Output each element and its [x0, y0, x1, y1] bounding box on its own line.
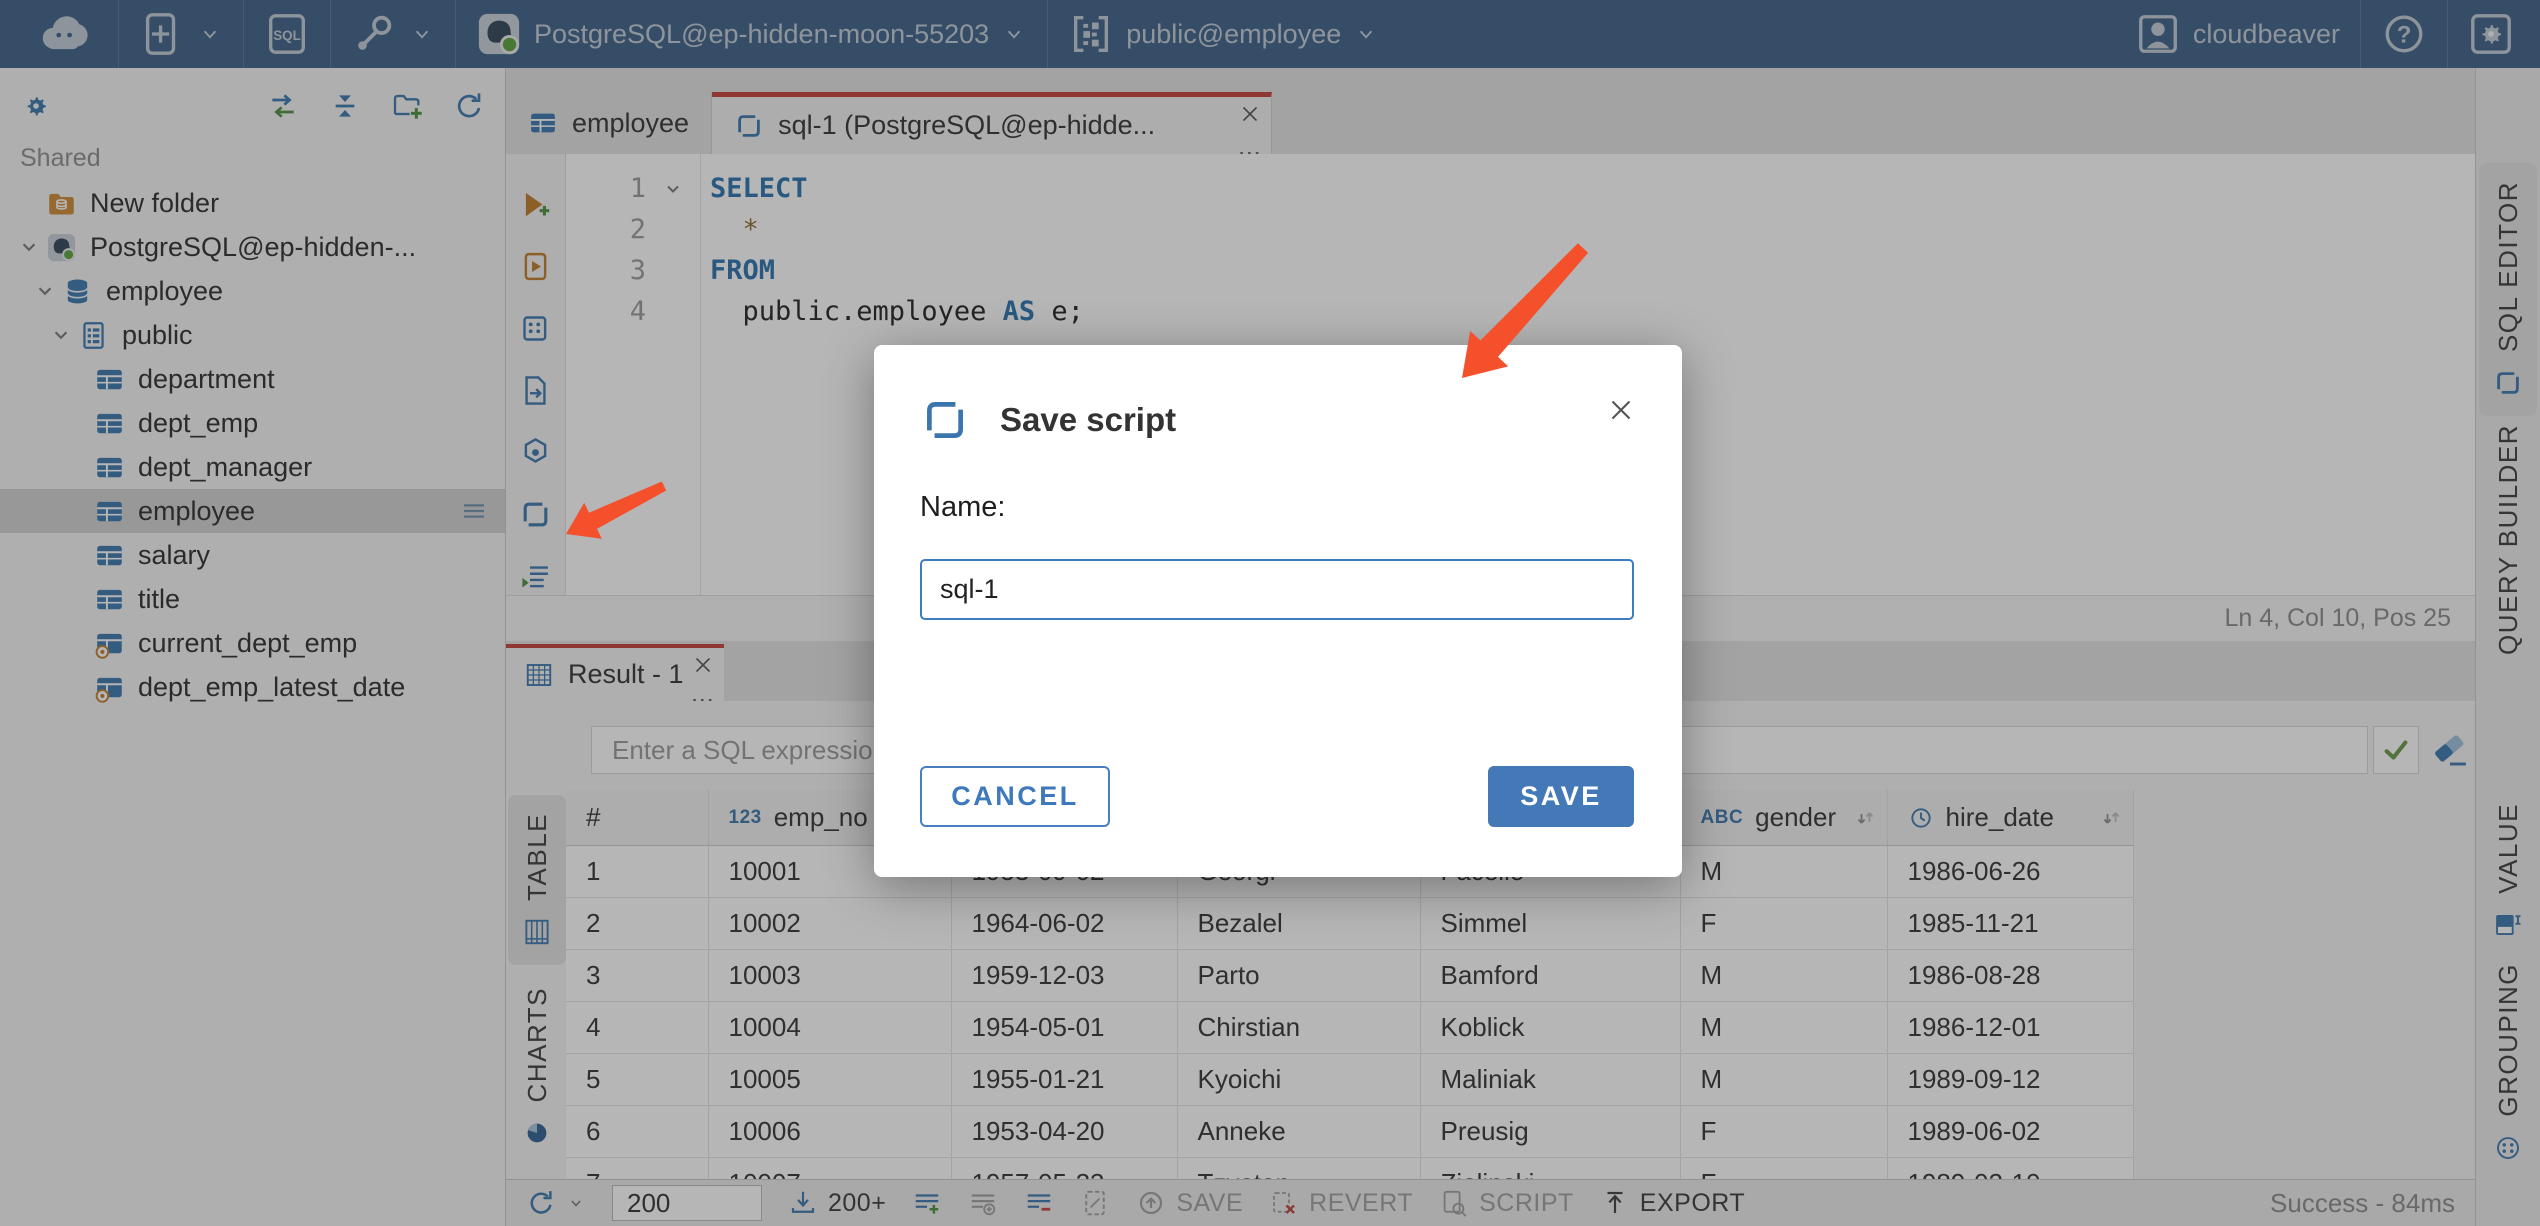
save-button[interactable]: SAVE: [1488, 766, 1634, 827]
save-script-dialog: Save script Name: CANCEL SAVE: [874, 345, 1682, 877]
script-name-input[interactable]: [920, 559, 1634, 620]
script-icon: [920, 395, 970, 445]
annotation-arrow-big: [1462, 243, 1589, 378]
dialog-title: Save script: [1000, 401, 1177, 438]
cancel-button[interactable]: CANCEL: [920, 766, 1110, 827]
annotation-arrow-small: [566, 481, 667, 539]
name-label: Name:: [920, 491, 1006, 523]
